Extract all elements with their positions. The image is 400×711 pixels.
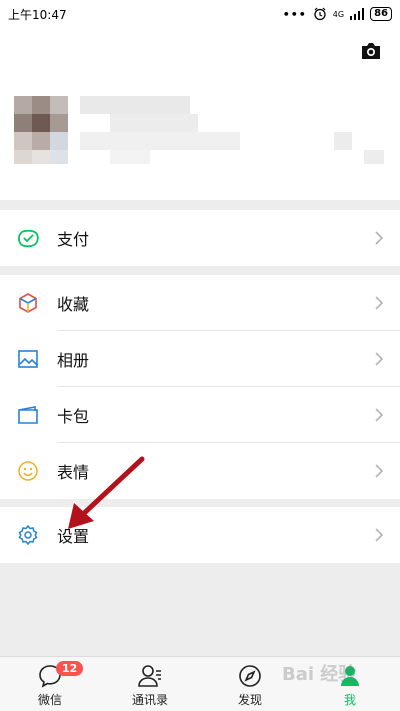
status-time: 上午10:47 — [8, 7, 67, 22]
image-icon — [18, 350, 38, 368]
more-dots-icon: ••• — [282, 7, 307, 21]
menu-item-cards[interactable]: 卡包 — [0, 387, 400, 443]
chevron-right-icon — [375, 296, 384, 310]
chevron-right-icon — [375, 528, 384, 542]
pay-section: 支付 — [0, 210, 400, 266]
menu-item-favorites[interactable]: 收藏 — [0, 275, 400, 331]
camera-icon[interactable] — [360, 42, 382, 60]
wallet-check-icon — [18, 229, 39, 248]
tab-label: 我 — [343, 693, 356, 707]
profile-header[interactable] — [0, 28, 400, 200]
contacts-icon — [138, 665, 161, 687]
gear-icon — [18, 524, 38, 546]
watermark: Bai 经验 — [282, 664, 357, 685]
unread-badge: 12 — [56, 661, 84, 676]
menu-item-pay[interactable]: 支付 — [0, 210, 400, 266]
menu-item-settings[interactable]: 设置 — [0, 507, 400, 563]
battery-icon: 86 — [370, 7, 392, 21]
features-section: 收藏 相册 卡包 表情 — [0, 275, 400, 499]
menu-item-label: 支付 — [57, 230, 90, 249]
cube-icon — [19, 293, 37, 313]
menu-item-album[interactable]: 相册 — [0, 331, 400, 387]
chevron-right-icon — [375, 408, 384, 422]
tab-label: 发现 — [237, 693, 262, 707]
menu-item-stickers[interactable]: 表情 — [0, 443, 400, 499]
tab-chats[interactable]: 12 微信 — [0, 657, 100, 711]
card-icon — [18, 406, 38, 424]
smile-icon — [18, 461, 38, 481]
menu-item-label: 设置 — [57, 527, 90, 546]
status-icons: ••• 4G 86 — [283, 7, 392, 21]
status-bar: 上午10:47 ••• 4G 86 — [0, 0, 400, 28]
blurred-profile-info — [14, 96, 384, 196]
menu-item-label: 收藏 — [57, 295, 90, 314]
network-type-label: 4G — [332, 9, 345, 19]
menu-item-label: 相册 — [57, 351, 90, 370]
settings-section: 设置 — [0, 507, 400, 563]
compass-icon — [239, 665, 261, 687]
menu-item-label: 卡包 — [57, 407, 90, 426]
menu-item-label: 表情 — [57, 463, 90, 482]
signal-icon — [350, 8, 365, 20]
tab-label: 通讯录 — [131, 693, 168, 707]
chevron-right-icon — [375, 231, 384, 245]
chevron-right-icon — [375, 464, 384, 478]
tab-contacts[interactable]: 通讯录 — [100, 657, 200, 711]
alarm-icon — [314, 7, 326, 21]
tab-label: 微信 — [37, 693, 62, 707]
chevron-right-icon — [375, 352, 384, 366]
